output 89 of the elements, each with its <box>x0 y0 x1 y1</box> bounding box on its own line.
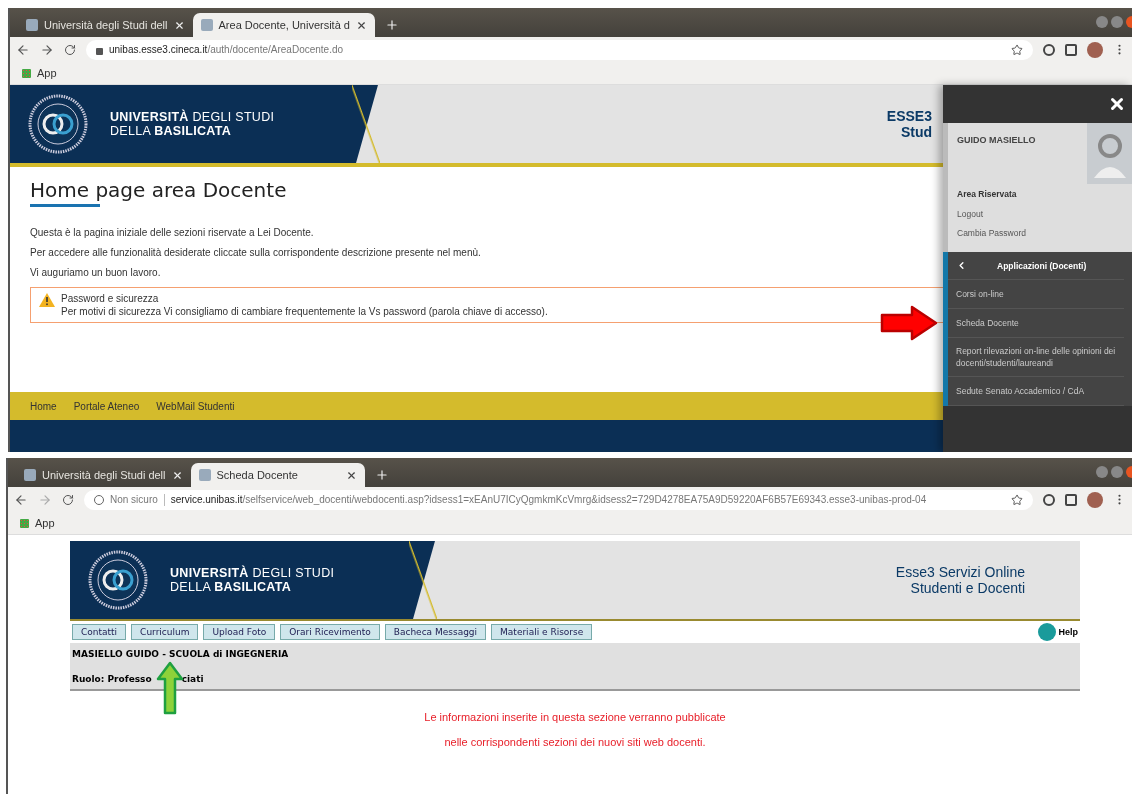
page-title: Home page area Docente <box>30 177 287 203</box>
star-icon[interactable] <box>1011 493 1023 506</box>
back-icon[interactable] <box>14 492 28 507</box>
minimize-icon[interactable] <box>1096 466 1108 478</box>
nav-button[interactable]: Bacheca Messaggi <box>384 624 487 640</box>
service-title: ESSE3 <box>886 108 932 124</box>
warning-icon <box>39 293 55 307</box>
close-icon[interactable] <box>173 19 185 31</box>
alert-text: Per motivi di sicurezza Vi consigliamo di cambiare frequentemente la Vs password (parola chiave di accesso). <box>61 306 548 317</box>
menu-header[interactable]: Applicazioni (Docenti) <box>948 252 1124 280</box>
favicon-icon <box>200 19 213 31</box>
menu-item[interactable]: Scheda Docente <box>948 309 1124 338</box>
seal-logo-icon <box>28 94 88 154</box>
bookmark-link[interactable]: App <box>37 67 57 79</box>
help-icon <box>1038 623 1057 641</box>
nav-button[interactable]: Materiali e Risorse <box>491 624 593 640</box>
extension-icon[interactable] <box>1043 493 1055 506</box>
close-icon[interactable] <box>1108 95 1126 113</box>
apps-icon[interactable] <box>20 518 29 528</box>
url-text: unibas.esse3.cineca.it/auth/docente/AreaDocente.do <box>109 44 344 55</box>
favicon-icon <box>26 19 38 31</box>
intro-text: Vi auguriamo un buon lavoro. <box>30 267 161 278</box>
footer-link[interactable]: WebMail Studenti <box>156 400 235 412</box>
arrow-icon <box>156 661 184 715</box>
menu-item[interactable]: Corsi on-line <box>948 280 1124 309</box>
maximize-icon[interactable] <box>1111 466 1123 478</box>
favicon-icon <box>24 469 36 481</box>
notice-text: Le informazioni inserite in questa sezione verranno pubblicate <box>424 711 726 723</box>
footer-link[interactable]: Portale Ateneo <box>73 400 140 412</box>
notice-text: nelle corrispondenti sezioni dei nuovi siti web docenti. <box>444 736 706 748</box>
nav-button[interactable]: Orari Ricevimento <box>280 624 380 640</box>
new-tab-icon[interactable] <box>374 468 389 482</box>
security-label: Non sicuro <box>110 494 158 505</box>
service-title: Esse3 Servizi Online <box>895 564 1025 580</box>
apps-icon[interactable] <box>22 68 31 78</box>
university-name: UNIVERSITÀ DEGLI STUDI <box>170 566 335 580</box>
help-link[interactable]: Help <box>1038 623 1078 641</box>
close-icon[interactable] <box>355 19 367 31</box>
intro-text: Per accedere alle funzionalità desiderate cliccate sulla corrispondente descrizione presente nel menù. <box>30 247 481 258</box>
extension-icon[interactable] <box>1043 43 1055 56</box>
reload-icon[interactable] <box>64 43 76 56</box>
browser-tab[interactable]: Università degli Studi dell <box>16 463 191 487</box>
university-name: DELLA BASILICATA <box>170 580 293 594</box>
forward-icon[interactable] <box>40 42 54 57</box>
seal-logo-icon <box>88 550 148 610</box>
back-icon[interactable] <box>16 42 30 57</box>
grid-icon[interactable] <box>1065 43 1077 56</box>
browser-tab[interactable]: Scheda Docente <box>190 463 365 487</box>
menu-title: Applicazioni (Docenti) <box>997 260 1087 271</box>
close-icon[interactable] <box>171 469 183 481</box>
menu-item[interactable]: Report rilevazioni on-line delle opinioni dei docenti/studenti/laureandi <box>948 338 1124 377</box>
address-field[interactable]: unibas.esse3.cineca.it/auth/docente/AreaDocente.do <box>86 39 1033 60</box>
browser-tab[interactable]: Area Docente, Università d <box>192 13 375 37</box>
user-silhouette-icon <box>1087 123 1132 184</box>
close-icon[interactable] <box>345 469 357 481</box>
minimize-icon[interactable] <box>1096 16 1108 28</box>
teacher-name: MASIELLO GUIDO - SCUOLA di INGEGNERIA <box>72 649 290 659</box>
service-title: Studenti e Docenti <box>910 580 1025 596</box>
avatar-icon[interactable] <box>1087 491 1103 508</box>
account-link[interactable]: Cambia Password <box>957 228 1087 238</box>
avatar-icon[interactable] <box>1087 41 1103 58</box>
star-icon[interactable] <box>1011 43 1023 56</box>
nav-button[interactable]: Upload Foto <box>203 624 276 640</box>
grid-icon[interactable] <box>1065 493 1077 506</box>
alert-title: Password e sicurezza <box>61 293 160 304</box>
browser-tab[interactable]: Università degli Studi dell <box>18 13 193 37</box>
nav-button[interactable]: Curriculum <box>131 624 199 640</box>
maximize-icon[interactable] <box>1111 16 1123 28</box>
intro-text: Questa è la pagina iniziale delle sezioni riservate a Lei Docente. <box>30 227 314 238</box>
new-tab-icon[interactable] <box>384 18 399 32</box>
url-text: service.unibas.it/selfservice/web_docenti/webdocenti.asp?idsess1=xEAnU7ICyQgmkmKcVmrg&idsess2=729D4278EA75A9D59220AF6B57E69343.esse3-unibas-prod-04 <box>170 494 927 505</box>
nav-button[interactable]: Contatti <box>72 624 127 640</box>
university-name: DELLA BASILICATA <box>110 124 233 138</box>
address-field[interactable]: Non sicuro service.unibas.it/selfservice/web_docenti/webdocenti.asp?idsess1=xEAnU7ICyQgmkmKcVmrg&idsess2=729D4278EA75A9D59220AF6B57E69343.esse3-unibas-prod-04 <box>84 489 1033 510</box>
lock-icon <box>96 47 103 55</box>
reload-icon[interactable] <box>62 493 74 506</box>
title-underline <box>30 204 100 207</box>
role-text: ciati <box>181 674 204 684</box>
bookmark-link[interactable]: App <box>35 517 55 529</box>
user-name: GUIDO MASIELLO <box>957 135 1037 145</box>
footer-link[interactable]: Home <box>30 400 57 412</box>
university-name: UNIVERSITÀ DEGLI STUDI <box>110 110 275 124</box>
arrow-icon <box>880 305 938 341</box>
favicon-icon <box>198 469 211 481</box>
account-link[interactable]: Logout <box>957 209 1087 219</box>
section-title: Area Riservata <box>957 189 1018 199</box>
menu-item[interactable]: Sedute Senato Accademico / CdA <box>948 377 1124 406</box>
role-text: Ruolo: Professo <box>72 674 152 684</box>
service-title: Stud <box>900 124 932 140</box>
